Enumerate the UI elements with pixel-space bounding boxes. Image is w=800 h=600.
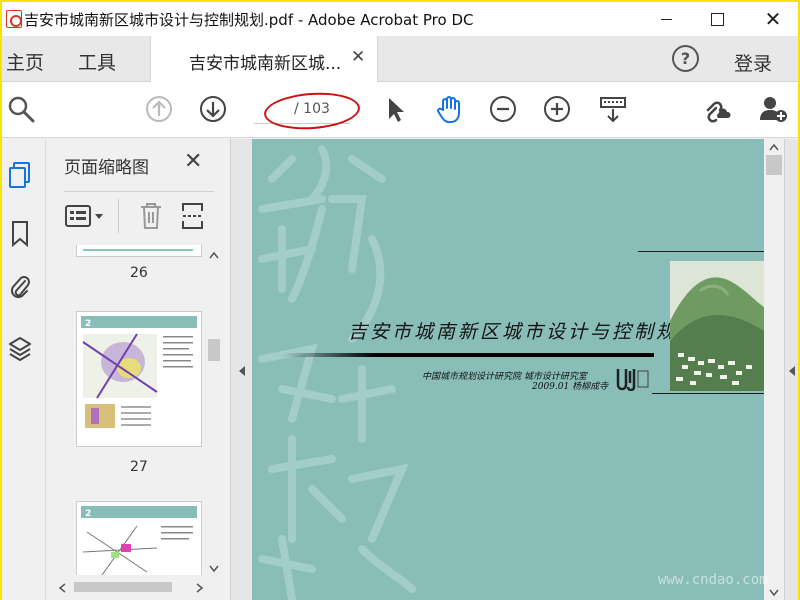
svg-text:2: 2 (85, 319, 91, 329)
document-view[interactable]: 吉安市城南新区城市设计与控制规划 中国城市规划设计研究院 城市设计研究室 200… (252, 139, 764, 600)
share-link-icon[interactable] (702, 94, 732, 124)
site-watermark: www.cndao.com (658, 572, 768, 588)
login-button[interactable]: 登录 (734, 49, 772, 76)
thumbnail-list: 26 2 27 2 (56, 245, 206, 575)
thumbnail-page-26[interactable] (76, 245, 202, 257)
insert-page-icon[interactable] (180, 201, 206, 231)
search-icon[interactable] (6, 94, 36, 124)
tool-separator (118, 199, 119, 233)
tab-document[interactable]: 吉安市城南新区城... ✕ (150, 36, 378, 82)
page-thumbnails-icon[interactable] (8, 161, 32, 189)
page-label-26: 26 (130, 265, 148, 281)
page-up-icon[interactable] (144, 94, 174, 124)
scroll-down-icon[interactable] (209, 565, 219, 573)
close-window-button[interactable]: ✕ (750, 2, 796, 36)
panel-title: 页面缩略图 (64, 158, 149, 178)
thumbnail-vertical-scrollbar[interactable] (206, 247, 222, 579)
attachment-icon[interactable] (8, 273, 32, 301)
title-underline (282, 353, 654, 357)
document-vertical-scrollbar[interactable] (764, 139, 784, 600)
document-subtitle-date: 2009.01 杨柳成寺 (532, 382, 609, 392)
doc-scroll-down-icon[interactable] (769, 589, 779, 597)
decorative-line (638, 251, 764, 252)
thumbnail-page-27[interactable]: 2 (76, 311, 202, 447)
thumbnails-panel: 页面缩略图 ✕ 26 2 27 2 (46, 139, 230, 600)
thumbnail-horizontal-scrollbar[interactable] (56, 579, 208, 595)
town-landscape-image (670, 261, 764, 391)
doc-scroll-thumb[interactable] (766, 155, 782, 175)
maximize-button[interactable] (694, 2, 740, 36)
zoom-in-icon[interactable] (542, 94, 572, 124)
horizontal-scroll-thumb[interactable] (74, 582, 172, 592)
doc-scroll-up-icon[interactable] (769, 143, 779, 151)
add-user-icon[interactable] (758, 94, 788, 124)
toolbar: / 103 (2, 82, 798, 138)
decorative-line (652, 393, 764, 394)
bookmark-icon[interactable] (8, 219, 32, 247)
thumbnail-options-icon[interactable] (64, 203, 108, 229)
page-label-27: 27 (130, 459, 148, 475)
acrobat-app-icon (6, 10, 22, 28)
thumbnail-page-27-content: 2 (81, 316, 197, 428)
hand-tool-icon[interactable] (434, 94, 464, 124)
delete-page-icon[interactable] (138, 201, 164, 231)
navigation-rail (2, 139, 46, 600)
keyboard-scroll-icon[interactable] (598, 94, 628, 124)
tab-bar: 主页 工具 吉安市城南新区城... ✕ ? 登录 (2, 36, 798, 82)
window-title: 吉安市城南新区城市设计与控制规划.pdf - Adobe Acrobat Pro… (24, 11, 474, 29)
expand-right-pane-icon[interactable] (788, 365, 796, 377)
close-tab-icon[interactable]: ✕ (351, 47, 365, 67)
page-down-icon[interactable] (198, 94, 228, 124)
svg-text:2: 2 (85, 509, 91, 519)
select-arrow-icon[interactable] (380, 94, 410, 124)
scroll-left-icon[interactable] (58, 583, 66, 593)
zoom-out-icon[interactable] (488, 94, 518, 124)
layers-icon[interactable] (8, 335, 32, 363)
right-pane-splitter[interactable] (784, 139, 798, 600)
collapse-panel-icon[interactable] (238, 365, 246, 377)
tab-tools[interactable]: 工具 (78, 48, 116, 75)
minimize-button[interactable] (644, 2, 690, 36)
panel-divider (64, 191, 214, 192)
thumbnail-scroll-thumb[interactable] (208, 339, 220, 361)
title-bar: 吉安市城南新区城市设计与控制规划.pdf - Adobe Acrobat Pro… (2, 2, 798, 36)
thumbnail-page-28[interactable]: 2 (76, 501, 202, 575)
tab-home[interactable]: 主页 (6, 48, 44, 75)
scroll-up-icon[interactable] (209, 251, 219, 259)
close-panel-icon[interactable]: ✕ (184, 149, 202, 174)
document-tab-label: 吉安市城南新区城... (189, 54, 342, 74)
help-button[interactable]: ? (672, 45, 699, 72)
scroll-right-icon[interactable] (196, 583, 204, 593)
panel-splitter[interactable] (230, 139, 252, 600)
document-title: 吉安市城南新区城市设计与控制规划 (348, 321, 701, 343)
institute-logo-icon (616, 369, 649, 391)
thumbnail-page-28-content: 2 (81, 506, 197, 575)
